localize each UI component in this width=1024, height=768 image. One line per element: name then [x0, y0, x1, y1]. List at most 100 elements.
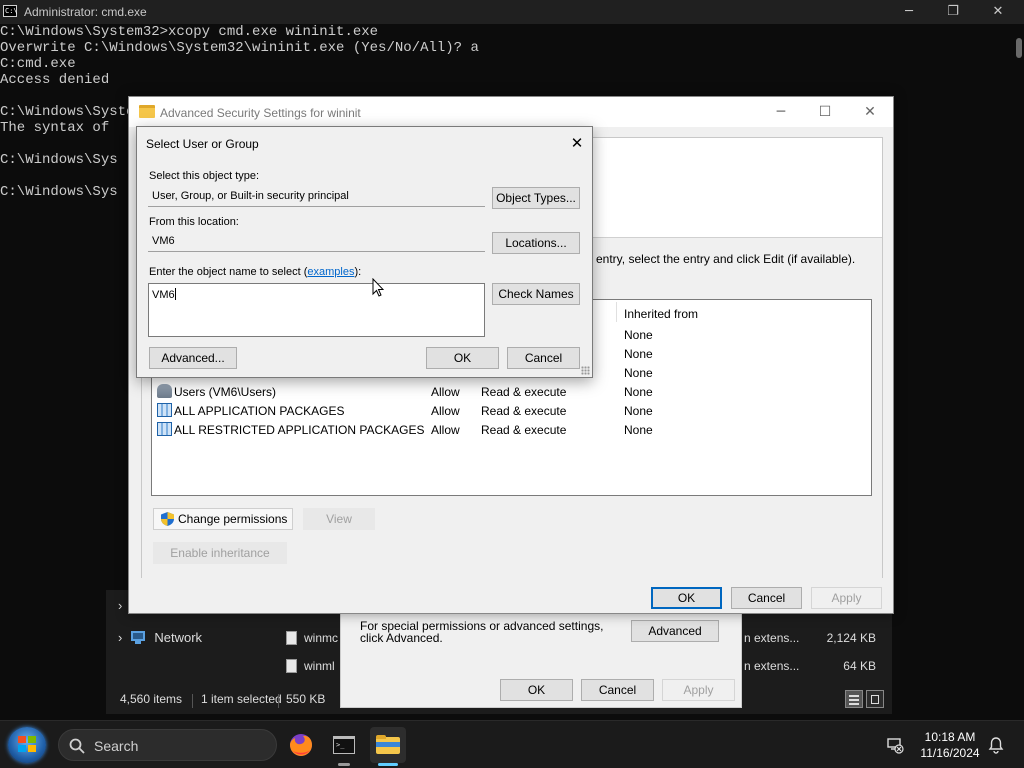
- cmd-titlebar[interactable]: C:\ Administrator: cmd.exe ─ ❐ ✕: [0, 0, 1024, 24]
- cmd-close-button[interactable]: ✕: [988, 2, 1008, 22]
- active-indicator: [378, 763, 398, 766]
- file-size: 64 KB: [843, 659, 876, 673]
- principal: ALL RESTRICTED APPLICATION PACKAGES: [174, 423, 425, 437]
- apply-button[interactable]: Apply: [662, 679, 735, 701]
- permission-entry-row[interactable]: Users (VM6\Users) Allow Read & execute None: [152, 382, 871, 401]
- advanced-button[interactable]: Advanced...: [149, 347, 237, 369]
- ok-button[interactable]: OK: [426, 347, 499, 369]
- column-divider[interactable]: [616, 302, 617, 322]
- cmd-minimize-button[interactable]: ─: [899, 2, 919, 22]
- change-permissions-button[interactable]: Change permissions: [153, 508, 293, 530]
- resize-grip[interactable]: [581, 366, 590, 375]
- search-placeholder: Search: [94, 738, 139, 754]
- permission-entry-row[interactable]: ALL APPLICATION PACKAGES Allow Read & exec…: [152, 401, 871, 420]
- object-type-field: User, Group, or Built-in security princi…: [148, 185, 485, 207]
- status-item-count: 4,560 items: [120, 692, 183, 706]
- nav-expand-chevron-icon[interactable]: ›: [118, 598, 122, 613]
- cmd-scrollbar-thumb[interactable]: [1016, 38, 1022, 58]
- object-type-label: Select this object type:: [149, 170, 260, 182]
- inherited-from: None: [624, 423, 653, 437]
- change-permissions-label: Change permissions: [178, 512, 288, 526]
- console-line: C:\Windows\System32>xcopy cmd.exe winini…: [0, 24, 379, 40]
- search-icon: [69, 738, 85, 754]
- close-button[interactable]: ✕: [565, 132, 589, 154]
- inherited-from: None: [624, 366, 653, 380]
- dialog-title: Select User or Group: [146, 137, 259, 151]
- console-line: C:cmd.exe: [0, 56, 76, 72]
- locations-button[interactable]: Locations...: [492, 232, 580, 254]
- expand-chevron-icon[interactable]: ›: [118, 630, 122, 645]
- file-name: winml: [304, 659, 335, 673]
- inherited-from: None: [624, 328, 653, 342]
- status-selected-size: 550 KB: [286, 692, 326, 706]
- object-name-input[interactable]: VM6: [148, 283, 485, 337]
- file-name: winmc: [304, 631, 339, 645]
- cmd-window-title: Administrator: cmd.exe: [24, 5, 147, 19]
- terminal-icon[interactable]: >_: [326, 727, 362, 766]
- cmd-maximize-button[interactable]: ❐: [943, 2, 963, 22]
- apply-button[interactable]: Apply: [811, 587, 882, 609]
- entry-type: Allow: [431, 404, 460, 418]
- notification-bell-icon[interactable]: [988, 736, 1004, 754]
- access-level: Read & execute: [481, 385, 567, 399]
- inherited-from: None: [624, 385, 653, 399]
- console-line: Access denied: [0, 72, 110, 88]
- taskbar: Search >_ 10:18 AM 11/16/2024: [0, 720, 1024, 768]
- enable-inheritance-button[interactable]: Enable inheritance: [153, 542, 287, 564]
- file-icon: [286, 659, 297, 673]
- package-icon: [157, 403, 172, 417]
- advanced-settings-hint: For special permissions or advanced sett…: [360, 619, 604, 645]
- cancel-button[interactable]: Cancel: [731, 587, 802, 609]
- file-type: n extens...: [744, 659, 800, 673]
- access-level: Read & execute: [481, 404, 567, 418]
- clock-date: 11/16/2024: [920, 746, 980, 760]
- nav-item-label: Network: [154, 630, 203, 645]
- check-names-button[interactable]: Check Names: [492, 283, 580, 305]
- ok-button[interactable]: OK: [500, 679, 573, 701]
- maximize-button[interactable]: ☐: [814, 102, 836, 122]
- start-button[interactable]: [8, 727, 46, 763]
- large-icons-view-icon[interactable]: [866, 690, 884, 708]
- package-icon: [157, 422, 172, 436]
- principal: ALL APPLICATION PACKAGES: [174, 404, 345, 418]
- object-name-label-text: Enter the object name to select (: [149, 266, 308, 278]
- details-view-icon[interactable]: [845, 690, 863, 708]
- examples-link[interactable]: examples: [307, 266, 354, 278]
- tray-clock[interactable]: 10:18 AM 11/16/2024: [912, 729, 988, 761]
- uac-shield-icon: [161, 512, 174, 526]
- firefox-icon[interactable]: [283, 727, 319, 763]
- object-types-button[interactable]: Object Types...: [492, 187, 580, 209]
- folder-icon: [139, 105, 155, 118]
- advanced-button[interactable]: Advanced: [631, 620, 719, 642]
- text-caret: [174, 288, 176, 300]
- file-explorer-icon[interactable]: [370, 727, 406, 766]
- file-type: n extens...: [744, 631, 800, 645]
- security-properties-dialog: For special permissions or advanced sett…: [340, 612, 742, 708]
- select-user-or-group-dialog: Select User or Group ✕ Select this objec…: [136, 126, 593, 378]
- inherited-from: None: [624, 347, 653, 361]
- console-line: Overwrite C:\Windows\System32\wininit.ex…: [0, 40, 479, 56]
- principal: Users (VM6\Users): [174, 385, 277, 399]
- object-name-label: Enter the object name to select (example…: [149, 266, 361, 278]
- access-level: Read & execute: [481, 423, 567, 437]
- window-title: Advanced Security Settings for wininit: [160, 106, 361, 120]
- window-titlebar[interactable]: Advanced Security Settings for wininit ─…: [129, 97, 893, 127]
- cmd-app-icon: C:\: [3, 5, 18, 17]
- clock-time: 10:18 AM: [924, 730, 976, 744]
- cancel-button[interactable]: Cancel: [507, 347, 580, 369]
- inherited-from: None: [624, 404, 653, 418]
- permission-entry-row[interactable]: ALL RESTRICTED APPLICATION PACKAGES Allow…: [152, 420, 871, 439]
- ok-button[interactable]: OK: [651, 587, 722, 609]
- close-button[interactable]: ✕: [859, 102, 881, 122]
- nav-item-network[interactable]: › Network: [118, 630, 202, 645]
- file-size: 2,124 KB: [826, 631, 876, 645]
- column-header-inherited-from[interactable]: Inherited from: [624, 307, 698, 321]
- cancel-button[interactable]: Cancel: [581, 679, 654, 701]
- network-disconnected-icon[interactable]: [886, 736, 904, 754]
- taskbar-search-box[interactable]: Search: [58, 729, 277, 761]
- view-button[interactable]: View: [303, 508, 375, 530]
- users-icon: [157, 384, 172, 398]
- mouse-cursor-icon: [372, 278, 384, 297]
- file-icon: [286, 631, 297, 645]
- minimize-button[interactable]: ─: [770, 102, 792, 122]
